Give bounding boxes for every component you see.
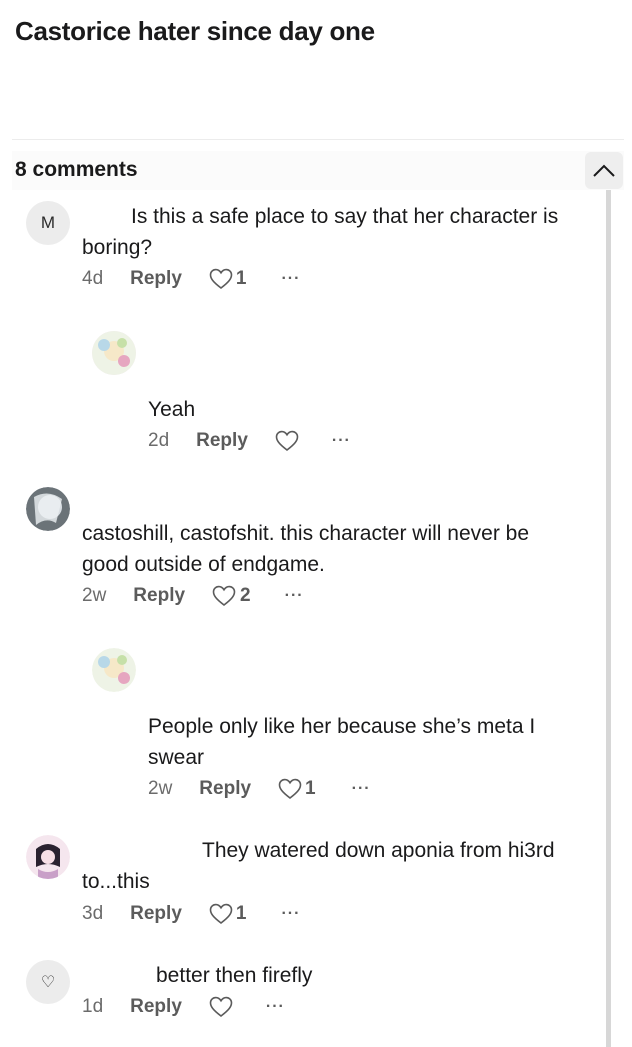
timestamp: 3d	[82, 903, 104, 924]
avatar-image	[26, 487, 70, 531]
avatar[interactable]	[92, 648, 136, 692]
comment-text: Yeah	[148, 398, 196, 421]
scrollbar[interactable]	[606, 190, 611, 1047]
comment-actions: 4d Reply 1 ···	[82, 266, 300, 292]
more-options-icon[interactable]: ···	[281, 905, 300, 923]
comment-text: castoshill, castofshit. this character w…	[82, 522, 530, 576]
heart-icon	[275, 430, 299, 452]
like-count: 1	[235, 268, 247, 289]
like-button[interactable]	[209, 996, 233, 1018]
more-options-icon[interactable]: ···	[285, 587, 304, 605]
like-button[interactable]: 1	[278, 778, 316, 800]
comment-text: better then firefly	[156, 964, 313, 987]
comments-header: 8 comments	[12, 151, 624, 190]
avatar[interactable]	[92, 331, 136, 375]
timestamp: 1d	[82, 996, 104, 1017]
timestamp: 2w	[82, 585, 107, 606]
comment-text: They watered down aponia from hi3rd to..…	[82, 839, 555, 893]
like-button[interactable]	[275, 430, 299, 452]
avatar[interactable]	[26, 835, 70, 879]
avatar-image	[92, 648, 136, 692]
like-count: 1	[305, 778, 316, 799]
more-options-icon[interactable]: ···	[266, 998, 285, 1016]
heart-letter-icon: ♡	[40, 974, 56, 991]
comment-text: People only like her because she’s meta …	[148, 715, 536, 769]
comment-actions: 2w Reply 1 ···	[148, 776, 371, 802]
like-count: 1	[235, 903, 247, 924]
divider	[12, 139, 624, 140]
comments-count: 8 comments	[15, 158, 138, 181]
collapse-comments-button[interactable]	[585, 152, 623, 189]
avatar[interactable]: ♡	[26, 960, 70, 1004]
reply-button[interactable]: Reply	[130, 903, 182, 925]
comment-actions: 2w Reply 2 ···	[82, 583, 304, 609]
avatar-image	[92, 331, 136, 375]
reply-button[interactable]: Reply	[130, 996, 182, 1018]
reply-button[interactable]: Reply	[130, 268, 182, 290]
comment-actions: 3d Reply 1 ···	[82, 901, 300, 927]
reply-button[interactable]: Reply	[133, 585, 185, 607]
timestamp: 2w	[148, 778, 173, 799]
post-title: Castorice hater since day one	[15, 16, 375, 46]
more-options-icon[interactable]: ···	[332, 432, 351, 450]
timestamp: 2d	[148, 430, 170, 451]
chevron-up-icon	[593, 164, 615, 177]
like-count: 2	[240, 585, 251, 606]
more-options-icon[interactable]: ···	[281, 270, 300, 288]
comment-actions: 1d Reply ···	[82, 994, 285, 1020]
like-button[interactable]: 1	[209, 268, 247, 290]
reply-button[interactable]: Reply	[196, 430, 248, 452]
comment-text: Is this a safe place to say that her cha…	[82, 205, 559, 259]
heart-icon	[209, 996, 233, 1018]
heart-icon	[212, 585, 236, 607]
heart-icon	[278, 778, 302, 800]
reply-button[interactable]: Reply	[199, 778, 251, 800]
timestamp: 4d	[82, 268, 104, 289]
more-options-icon[interactable]: ···	[352, 780, 371, 798]
avatar[interactable]	[26, 487, 70, 531]
heart-icon	[209, 903, 233, 925]
like-button[interactable]: 1	[209, 903, 247, 925]
heart-icon	[209, 268, 233, 290]
avatar-image	[26, 835, 70, 879]
like-button[interactable]: 2	[212, 585, 251, 607]
comment-actions: 2d Reply ···	[148, 428, 351, 454]
avatar[interactable]: M	[26, 201, 70, 245]
